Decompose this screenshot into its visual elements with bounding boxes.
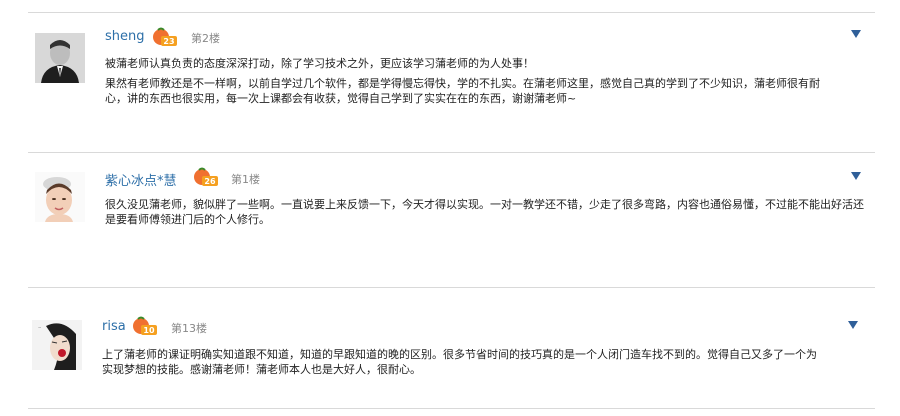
avatar[interactable] bbox=[35, 33, 85, 83]
avatar-portrait-icon: ~ bbox=[32, 320, 82, 370]
level-text: 10 bbox=[143, 326, 155, 335]
floor-number: 第1楼 bbox=[231, 173, 260, 186]
avatar-portrait-icon bbox=[35, 33, 85, 83]
avatar[interactable] bbox=[35, 172, 85, 222]
username-link[interactable]: 紫心冰点*慧 bbox=[105, 170, 177, 189]
post-line: 上了蒲老师的课证明确实知道跟不知道，知道的早跟知道的晚的区别。很多节省时间的技巧… bbox=[102, 348, 817, 376]
floor-number: 第13楼 bbox=[171, 322, 207, 335]
level-badge: 10 bbox=[131, 316, 157, 336]
level-badge: 23 bbox=[151, 27, 177, 47]
post-body: 很久没见蒲老师，貌似胖了一些啊。一直说要上来反馈一下，今天才得以实现。一对一教学… bbox=[105, 197, 865, 227]
divider bbox=[28, 12, 875, 13]
divider bbox=[28, 287, 875, 288]
post-line: 很久没见蒲老师，貌似胖了一些啊。一直说要上来反馈一下，今天才得以实现。一对一教学… bbox=[105, 198, 864, 226]
level-text: 26 bbox=[204, 177, 216, 186]
tomato-level-icon: 26 bbox=[194, 167, 218, 186]
post-body: 上了蒲老师的课证明确实知道跟不知道，知道的早跟知道的晚的区别。很多节省时间的技巧… bbox=[102, 347, 824, 377]
floor-number: 第2楼 bbox=[191, 32, 220, 45]
username-link[interactable]: sheng bbox=[105, 29, 145, 44]
avatar[interactable]: ~ bbox=[32, 320, 82, 370]
level-text: 23 bbox=[163, 37, 174, 46]
post-body: 被蒲老师认真负责的态度深深打动，除了学习技术之外，更应该学习蒲老师的为人处事！ … bbox=[105, 56, 823, 106]
tomato-level-icon: 10 bbox=[133, 316, 157, 335]
level-badge: 26 bbox=[192, 167, 218, 187]
username-link[interactable]: risa bbox=[102, 319, 126, 334]
divider bbox=[28, 152, 875, 153]
expand-arrow[interactable] bbox=[851, 30, 861, 38]
avatar-portrait-icon bbox=[35, 172, 85, 222]
tomato-level-icon: 23 bbox=[153, 27, 177, 46]
expand-arrow[interactable] bbox=[851, 172, 861, 180]
svg-text:~: ~ bbox=[38, 325, 41, 330]
post-line: 果然有老师教还是不一样啊，以前自学过几个软件，都是学得慢忘得快，学的不扎实。在蒲… bbox=[105, 77, 820, 105]
expand-arrow[interactable] bbox=[848, 321, 858, 329]
divider bbox=[28, 408, 875, 409]
post-line: 被蒲老师认真负责的态度深深打动，除了学习技术之外，更应该学习蒲老师的为人处事！ bbox=[105, 57, 534, 70]
